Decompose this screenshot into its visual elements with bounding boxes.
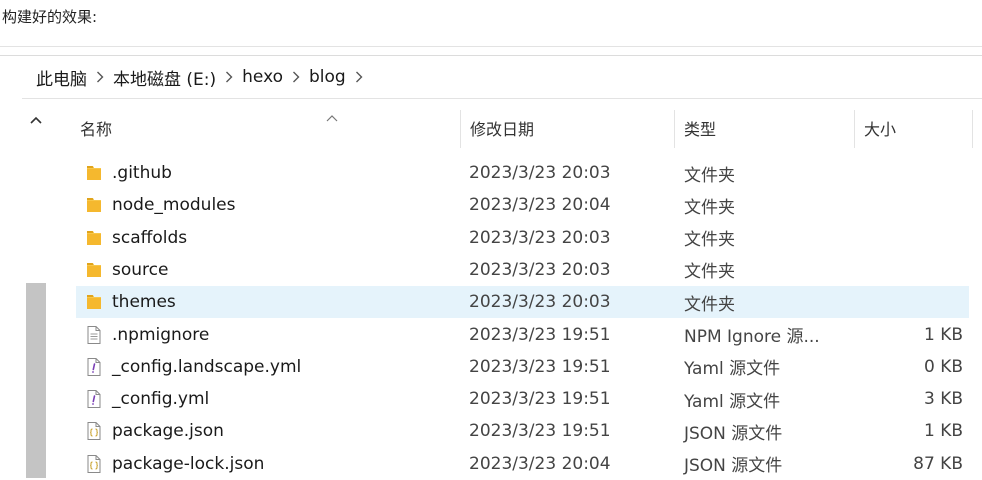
file-row[interactable]: _config.landscape.yml 2023/3/23 19:51 Yaml…	[76, 351, 969, 383]
file-modified-date: 2023/3/23 20:03	[469, 227, 611, 248]
column-header-type[interactable]: 类型	[684, 110, 716, 146]
file-name: node_modules	[112, 195, 236, 216]
file-type: 文件夹	[684, 230, 735, 251]
file-size: 87 KB	[913, 453, 963, 474]
file-type: Yaml 源文件	[684, 391, 781, 412]
file-modified-date: 2023/3/23 19:51	[469, 356, 611, 377]
file-type: 文件夹	[684, 262, 735, 283]
file-modified-date: 2023/3/23 20:03	[469, 292, 611, 313]
folder-icon	[84, 292, 104, 312]
file-name: _config.landscape.yml	[112, 356, 302, 377]
file-name: _config.yml	[112, 389, 210, 410]
file-row[interactable]: scaffolds 2023/3/23 20:03 文件夹	[76, 222, 969, 254]
file-type: 文件夹	[684, 294, 735, 315]
file-modified-date: 2023/3/23 19:51	[469, 389, 611, 410]
file-size: 1 KB	[923, 421, 963, 442]
file-name: package.json	[112, 421, 224, 442]
file-row[interactable]: themes 2023/3/23 20:03 文件夹	[76, 286, 969, 319]
breadcrumb: 此电脑 本地磁盘 (E:) hexo blog	[34, 64, 370, 90]
file-modified-date: 2023/3/23 20:03	[469, 163, 611, 183]
column-header-size[interactable]: 大小	[864, 110, 896, 146]
breadcrumb-item-blog[interactable]: blog	[307, 67, 348, 87]
file-row[interactable]: _config.yml 2023/3/23 19:51 Yaml 源文件 3 KB	[76, 383, 969, 415]
json-file-icon	[84, 454, 104, 474]
file-name: package-lock.json	[112, 453, 265, 474]
breadcrumb-item-drive-e[interactable]: 本地磁盘 (E:)	[111, 65, 218, 90]
chevron-right-icon[interactable]	[89, 71, 111, 83]
sort-ascending-icon	[326, 107, 338, 122]
file-type: JSON 源文件	[684, 456, 783, 477]
divider	[0, 46, 982, 47]
column-header-date[interactable]: 修改日期	[470, 110, 534, 146]
file-row[interactable]: .github 2023/3/23 20:03 文件夹	[76, 157, 969, 189]
file-row[interactable]: package-lock.json 2023/3/23 20:04 JSON 源文件…	[76, 448, 969, 480]
file-name: themes	[112, 292, 176, 313]
file-type: 文件夹	[684, 165, 735, 186]
column-divider[interactable]	[854, 110, 855, 148]
file-row[interactable]: package.json 2023/3/23 19:51 JSON 源文件 1 KB	[76, 415, 969, 447]
breadcrumb-item-hexo[interactable]: hexo	[240, 67, 285, 87]
file-row[interactable]: .npmignore 2023/3/23 19:51 NPM Ignore 源...…	[76, 319, 969, 351]
breadcrumb-item-this-pc[interactable]: 此电脑	[34, 65, 89, 90]
text-file-icon	[84, 325, 104, 345]
yaml-file-icon	[84, 389, 104, 409]
scroll-up-arrow-icon[interactable]	[26, 112, 46, 128]
file-name: .github	[112, 163, 172, 183]
yaml-file-icon	[84, 357, 104, 377]
file-modified-date: 2023/3/23 19:51	[469, 421, 611, 442]
divider	[22, 98, 982, 99]
file-modified-date: 2023/3/23 20:03	[469, 259, 611, 280]
file-name: source	[112, 259, 169, 280]
file-modified-date: 2023/3/23 20:04	[469, 453, 611, 474]
column-divider[interactable]	[460, 110, 461, 148]
divider	[0, 55, 982, 56]
column-divider[interactable]	[674, 110, 675, 148]
folder-icon	[84, 163, 104, 183]
caption-text: 构建好的效果:	[2, 8, 98, 26]
column-divider[interactable]	[972, 110, 973, 148]
scrollbar-thumb[interactable]	[26, 283, 46, 478]
file-type: 文件夹	[684, 197, 735, 218]
file-size: 0 KB	[923, 356, 963, 377]
chevron-right-icon[interactable]	[285, 71, 307, 83]
file-name: scaffolds	[112, 227, 188, 248]
file-size: 1 KB	[923, 324, 963, 345]
file-row[interactable]: source 2023/3/23 20:03 文件夹	[76, 254, 969, 286]
column-header-row: 名称 修改日期 类型 大小	[68, 107, 974, 148]
file-size: 3 KB	[923, 389, 963, 410]
file-modified-date: 2023/3/23 19:51	[469, 324, 611, 345]
file-type: JSON 源文件	[684, 423, 783, 444]
file-row[interactable]: node_modules 2023/3/23 20:04 文件夹	[76, 189, 969, 221]
json-file-icon	[84, 421, 104, 441]
column-header-name[interactable]: 名称	[80, 110, 112, 146]
chevron-right-icon[interactable]	[348, 71, 370, 83]
chevron-right-icon[interactable]	[218, 71, 240, 83]
folder-icon	[84, 228, 104, 248]
folder-icon	[84, 195, 104, 215]
file-type: NPM Ignore 源...	[684, 327, 820, 347]
file-modified-date: 2023/3/23 20:04	[469, 195, 611, 216]
file-type: Yaml 源文件	[684, 359, 781, 380]
file-name: .npmignore	[112, 324, 210, 345]
folder-icon	[84, 260, 104, 280]
